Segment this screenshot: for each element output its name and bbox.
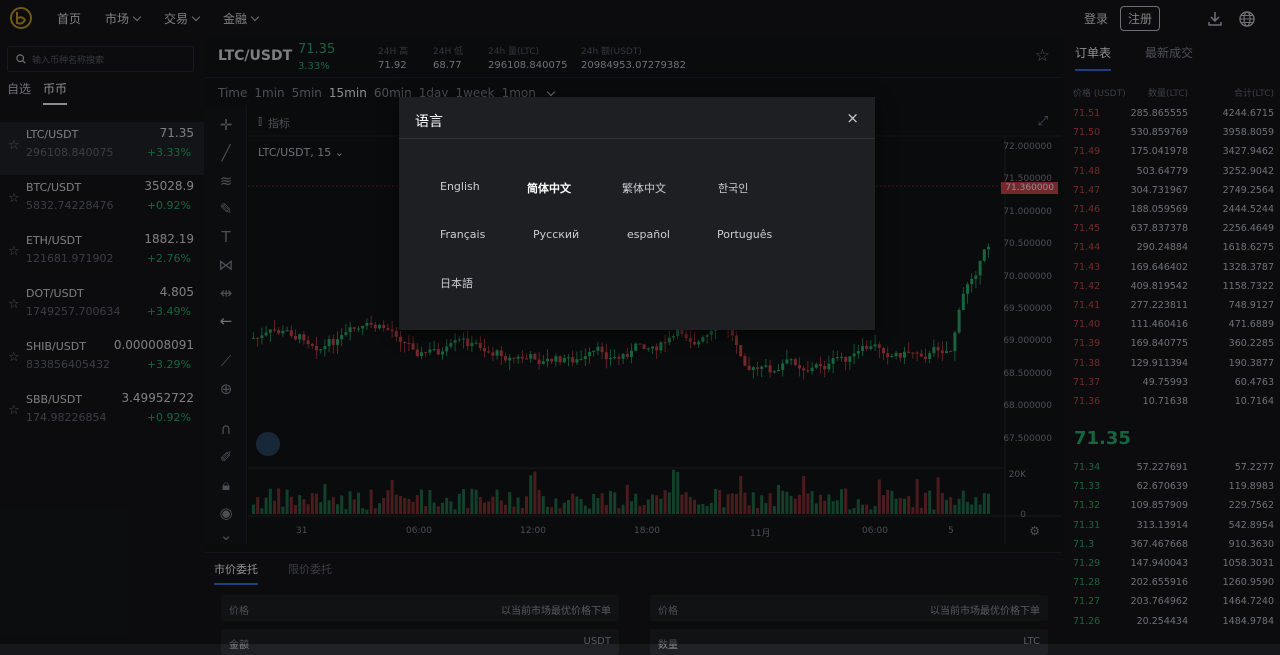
language-option-3[interactable]: 한국인 bbox=[718, 180, 748, 196]
language-option-1[interactable]: 简体中文 bbox=[527, 180, 571, 196]
language-option-2[interactable]: 繁体中文 bbox=[622, 180, 666, 196]
language-option-5[interactable]: Русский bbox=[533, 228, 579, 241]
modal-title: 语言 bbox=[415, 114, 443, 130]
language-option-7[interactable]: Português bbox=[717, 228, 772, 241]
language-option-6[interactable]: español bbox=[627, 228, 670, 241]
close-icon[interactable]: × bbox=[846, 109, 859, 127]
language-option-0[interactable]: English bbox=[440, 180, 480, 193]
language-modal: 语言 × English 简体中文 繁体中文 한국인 Français Русский es… bbox=[399, 97, 875, 330]
language-option-8[interactable]: 日本語 bbox=[440, 275, 473, 291]
language-option-4[interactable]: Français bbox=[440, 228, 485, 241]
modal-header: 语言 × bbox=[399, 97, 875, 139]
